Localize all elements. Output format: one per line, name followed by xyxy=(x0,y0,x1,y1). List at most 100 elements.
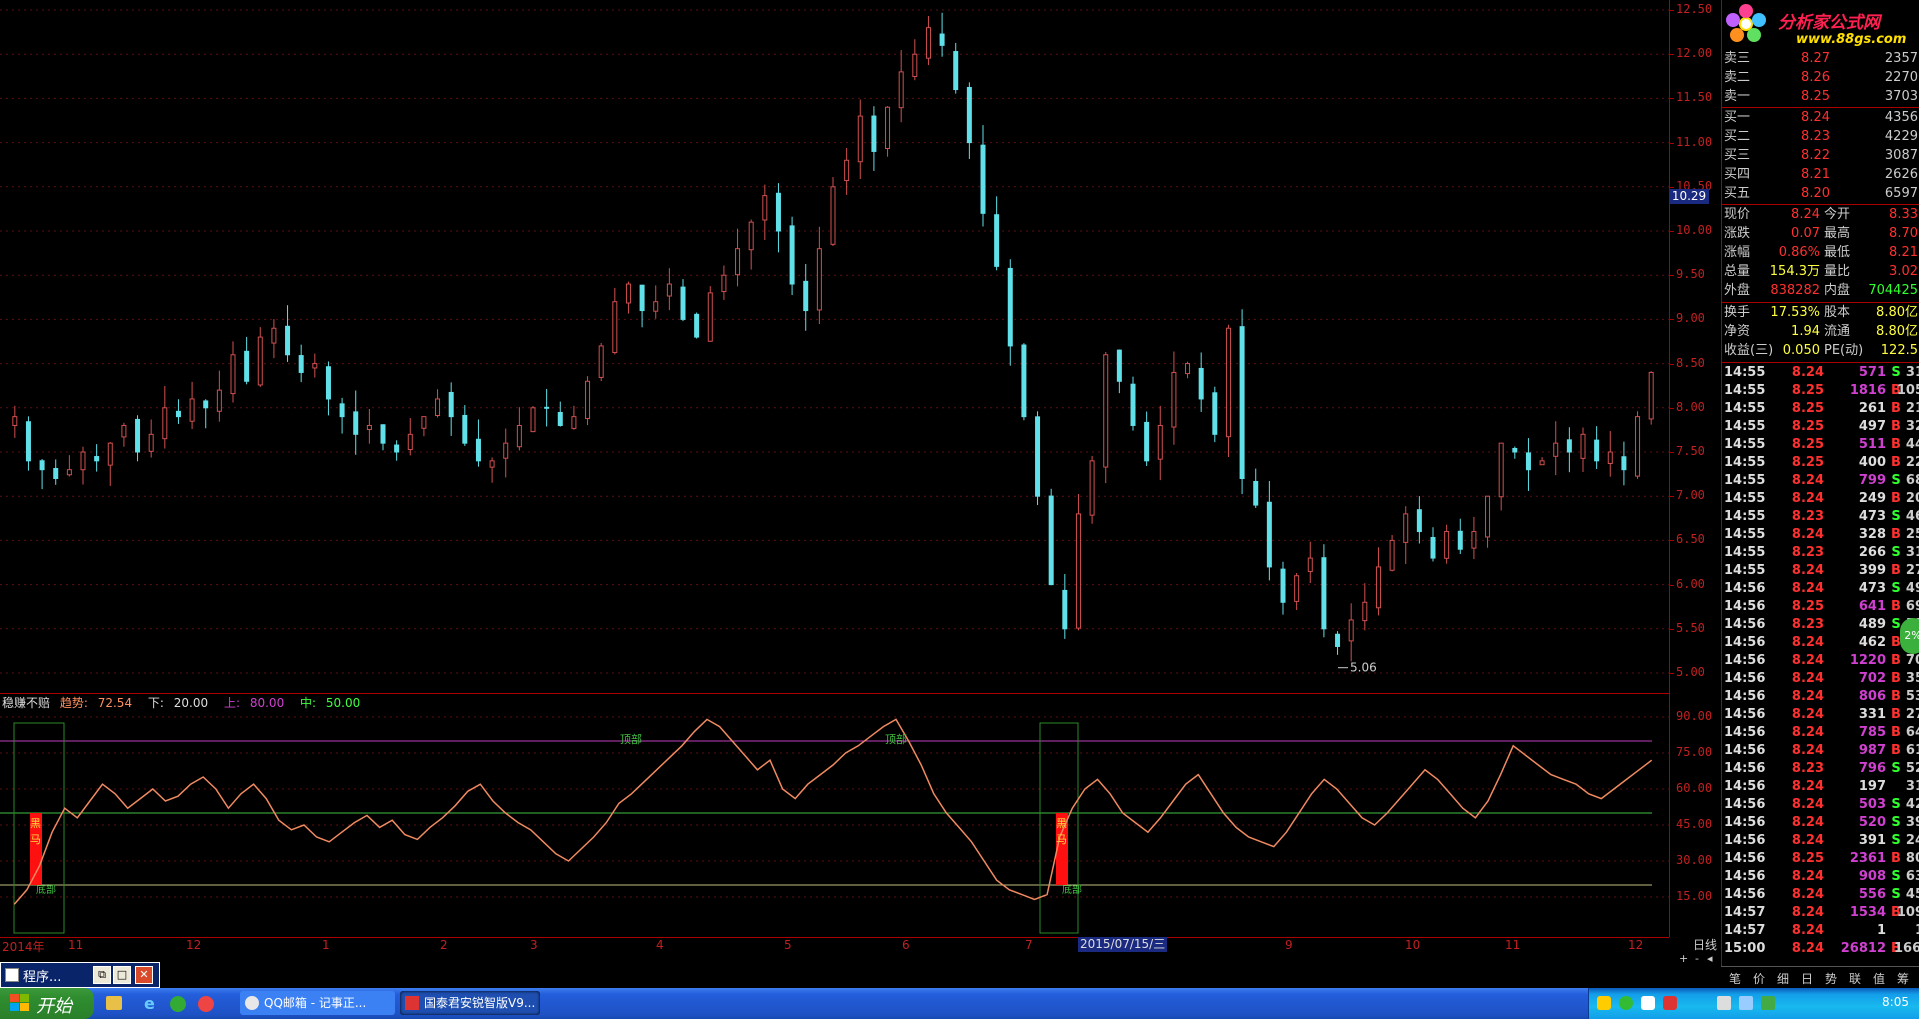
price-tick-mark xyxy=(1670,275,1674,277)
candle-body xyxy=(1198,367,1204,400)
tick-row[interactable]: 14:57 8.24 11 xyxy=(1722,922,1919,940)
tick-row[interactable]: 14:568.24785B64 xyxy=(1722,724,1919,742)
tray-icon[interactable] xyxy=(1663,996,1677,1010)
stat-value: 0.050 xyxy=(1782,343,1820,358)
maximize-icon[interactable]: □ xyxy=(113,966,131,984)
tick-row[interactable]: 14:568.24503S42 xyxy=(1722,796,1919,814)
floating-percent-button[interactable]: 2% xyxy=(1900,618,1919,654)
tick-row[interactable]: 14:568.24462B20 xyxy=(1722,634,1919,652)
tick-row[interactable]: 14:558.23266S31 xyxy=(1722,544,1919,562)
price-tick-label: 9.50 xyxy=(1676,267,1705,282)
tick-count: 35 xyxy=(1905,671,1919,686)
tick-row[interactable]: 15:008.2426812B1660 xyxy=(1722,940,1919,958)
candle-body xyxy=(953,51,959,91)
stats-divider xyxy=(1722,362,1919,363)
tick-row[interactable]: 14:568.24520S39 xyxy=(1722,814,1919,832)
bid-row[interactable]: 买二 8.23 4229 xyxy=(1722,128,1919,146)
quote-tab[interactable]: 联 xyxy=(1843,970,1867,987)
network-icon[interactable] xyxy=(1739,996,1753,1010)
tick-row[interactable]: 14:56 8.24 197 31 xyxy=(1722,778,1919,796)
tick-row[interactable]: 14:568.24908S63 xyxy=(1722,868,1919,886)
tick-row[interactable]: 14:568.241220B70 xyxy=(1722,652,1919,670)
tick-row[interactable]: 14:568.23796S52 xyxy=(1722,760,1919,778)
stat-label: 换手 xyxy=(1724,305,1751,320)
tick-row[interactable]: 14:558.24799S68 xyxy=(1722,472,1919,490)
tick-row[interactable]: 14:558.25261B21 xyxy=(1722,400,1919,418)
ask-row[interactable]: 卖一 8.25 3703 xyxy=(1722,88,1919,106)
zoom-out-icon[interactable]: - xyxy=(1695,952,1699,965)
oscillator-chart[interactable]: 黑马底部 黑马底部 顶部 顶部 xyxy=(0,693,1669,937)
quote-tab[interactable]: 价 xyxy=(1747,970,1771,987)
quote-tab[interactable]: 笔 xyxy=(1723,970,1747,987)
tray-icon[interactable] xyxy=(1641,996,1655,1010)
tick-time: 14:56 xyxy=(1724,599,1766,614)
quote-tab[interactable]: 值 xyxy=(1867,970,1891,987)
stat-value: 8.70 xyxy=(1889,226,1918,241)
tick-row[interactable]: 14:558.25511B44 xyxy=(1722,436,1919,454)
tick-row[interactable]: 14:558.251816B105 xyxy=(1722,382,1919,400)
quote-tab[interactable]: 势 xyxy=(1819,970,1843,987)
stat-value: 8.80亿 xyxy=(1876,324,1918,339)
tick-row[interactable]: 14:568.24556S45 xyxy=(1722,886,1919,904)
tick-price: 8.24 xyxy=(1791,653,1824,668)
tick-row[interactable]: 14:568.24473S49 xyxy=(1722,580,1919,598)
bid-row[interactable]: 买五 8.20 6597 xyxy=(1722,185,1919,203)
tick-row[interactable]: 14:558.24328B25 xyxy=(1722,526,1919,544)
tick-row[interactable]: 14:578.241534B109 xyxy=(1722,904,1919,922)
restore-icon[interactable]: ⧉ xyxy=(93,966,111,984)
bid-row[interactable]: 买三 8.22 3087 xyxy=(1722,147,1919,165)
quote-tab[interactable]: 筹 xyxy=(1891,970,1915,987)
tick-row[interactable]: 14:558.25400B22 xyxy=(1722,454,1919,472)
tick-volume: 556 xyxy=(1858,887,1886,902)
quote-tab[interactable]: 细 xyxy=(1771,970,1795,987)
stat-value: 17.53% xyxy=(1770,305,1820,320)
windows-logo-icon xyxy=(10,994,29,1011)
candle-body xyxy=(557,411,563,426)
taskbar-task-mail[interactable]: QQ邮箱 - 记事正... xyxy=(240,991,395,1015)
close-icon[interactable]: ✕ xyxy=(135,966,153,984)
tick-row[interactable]: 14:558.24571S31 xyxy=(1722,364,1919,382)
ask-row[interactable]: 卖三 8.27 2357 xyxy=(1722,50,1919,68)
start-button[interactable]: 开始 xyxy=(0,988,94,1019)
candle-body xyxy=(435,398,441,417)
tray-icon[interactable] xyxy=(1597,996,1611,1010)
folder-icon[interactable] xyxy=(106,996,122,1010)
scroll-left-icon[interactable]: ◂ xyxy=(1707,952,1713,965)
tick-row[interactable]: 14:568.252361B80 xyxy=(1722,850,1919,868)
tick-row[interactable]: 14:568.24806B53 xyxy=(1722,688,1919,706)
tick-row[interactable]: 14:568.25641B69 xyxy=(1722,598,1919,616)
ie-icon[interactable]: e xyxy=(144,994,155,1013)
bid-row[interactable]: 买四 8.21 2626 xyxy=(1722,166,1919,184)
ask-row[interactable]: 卖二 8.26 2270 xyxy=(1722,69,1919,87)
date-tick-label: 5 xyxy=(784,938,792,952)
tick-row[interactable]: 14:558.23473S46 xyxy=(1722,508,1919,526)
tick-count: 46 xyxy=(1905,509,1919,524)
zoom-in-icon[interactable]: + xyxy=(1679,952,1688,965)
media-icon[interactable] xyxy=(170,996,186,1012)
shield-icon[interactable] xyxy=(1761,996,1775,1010)
candle-body xyxy=(1498,442,1504,498)
tick-row[interactable]: 14:558.24249B20 xyxy=(1722,490,1919,508)
tick-row[interactable]: 14:558.24399B27 xyxy=(1722,562,1919,580)
tick-row[interactable]: 14:568.24391S24 xyxy=(1722,832,1919,850)
tick-row[interactable]: 14:568.24987B61 xyxy=(1722,742,1919,760)
candle-body xyxy=(1321,557,1327,630)
tick-row[interactable]: 14:568.24702B35 xyxy=(1722,670,1919,688)
tick-time: 14:56 xyxy=(1724,689,1766,704)
period-button[interactable]: 日线 xyxy=(1693,936,1717,953)
ask-level-name: 卖二 xyxy=(1724,70,1751,85)
candlestick-chart[interactable]: 5.06 xyxy=(0,0,1669,693)
tick-row[interactable]: 14:568.23489S53 xyxy=(1722,616,1919,634)
tray-icon[interactable] xyxy=(1619,996,1633,1010)
price-tick-label: 10.00 xyxy=(1676,223,1713,237)
stat-value: 3.02 xyxy=(1889,264,1918,279)
minimized-program-window[interactable]: 程序... ⧉ □ ✕ xyxy=(0,962,160,988)
tick-row[interactable]: 14:558.25497B32 xyxy=(1722,418,1919,436)
bid-row[interactable]: 买一 8.24 4356 xyxy=(1722,109,1919,127)
tick-time: 14:55 xyxy=(1724,473,1766,488)
speaker-icon[interactable] xyxy=(1717,996,1731,1010)
taskbar-task-trading[interactable]: 国泰君安锐智版V9... xyxy=(400,991,540,1015)
browser-icon[interactable] xyxy=(198,996,214,1012)
tick-row[interactable]: 14:568.24331B27 xyxy=(1722,706,1919,724)
quote-tab[interactable]: 日 xyxy=(1795,970,1819,987)
